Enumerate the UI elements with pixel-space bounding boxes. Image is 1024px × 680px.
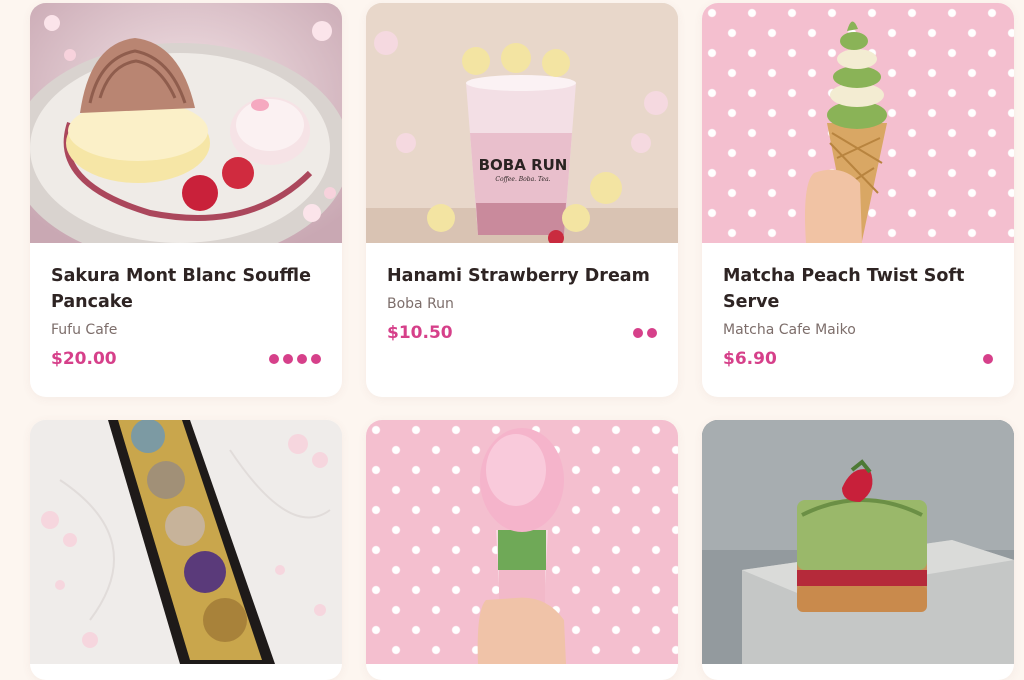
dot-indicator [297, 354, 307, 364]
rating-dots [633, 328, 657, 338]
cotton-candy-illustration [477, 428, 566, 664]
product-price: $6.90 [723, 349, 777, 369]
product-price: $10.50 [387, 323, 453, 343]
dot-indicator [647, 328, 657, 338]
product-title[interactable]: Sakura Mont Blanc Souffle Pancake [51, 263, 321, 315]
product-vendor: Boba Run [387, 296, 454, 312]
product-vendor: Fufu Cafe [51, 322, 118, 338]
boba-cup-tagline: Coffee. Boba. Tea. [495, 176, 551, 183]
dot-indicator [983, 354, 993, 364]
product-title[interactable]: Hanami Strawberry Dream [387, 263, 657, 289]
product-image-croissant-cube [702, 420, 1014, 664]
dot-indicator [311, 354, 321, 364]
product-card-chocolate-box[interactable] [30, 420, 342, 680]
product-vendor: Matcha Cafe Maiko [723, 322, 856, 338]
product-title[interactable]: Matcha Peach Twist Soft Serve [723, 263, 993, 315]
dot-indicator [283, 354, 293, 364]
product-image-boba: BOBA RUN Coffee. Boba. Tea. [366, 3, 678, 243]
product-image-cotton-candy [366, 420, 678, 664]
product-image-pancake [30, 3, 342, 243]
dot-indicator [269, 354, 279, 364]
boba-illustration [366, 3, 678, 243]
product-price: $20.00 [51, 349, 117, 369]
pancake-illustration [30, 3, 342, 243]
croissant-cube-illustration [702, 420, 1014, 664]
soft-serve-illustration [805, 21, 887, 243]
product-card-cotton-candy-drink[interactable] [366, 420, 678, 680]
product-image-chocolate-box [30, 420, 342, 664]
dot-indicator [633, 328, 643, 338]
boba-cup-brand: BOBA RUN [478, 156, 568, 174]
product-card-matcha-peach[interactable]: Matcha Peach Twist Soft Serve Matcha Caf… [702, 3, 1014, 397]
product-card-hanami-strawberry[interactable]: BOBA RUN Coffee. Boba. Tea. Hanami Straw… [366, 3, 678, 397]
product-image-soft-serve [702, 3, 1014, 243]
chocolate-box-illustration [30, 420, 342, 664]
rating-dots [269, 354, 321, 364]
product-card-matcha-croissant-cube[interactable] [702, 420, 1014, 680]
product-card-sakura-mont-blanc[interactable]: Sakura Mont Blanc Souffle Pancake Fufu C… [30, 3, 342, 397]
rating-dots [983, 354, 993, 364]
